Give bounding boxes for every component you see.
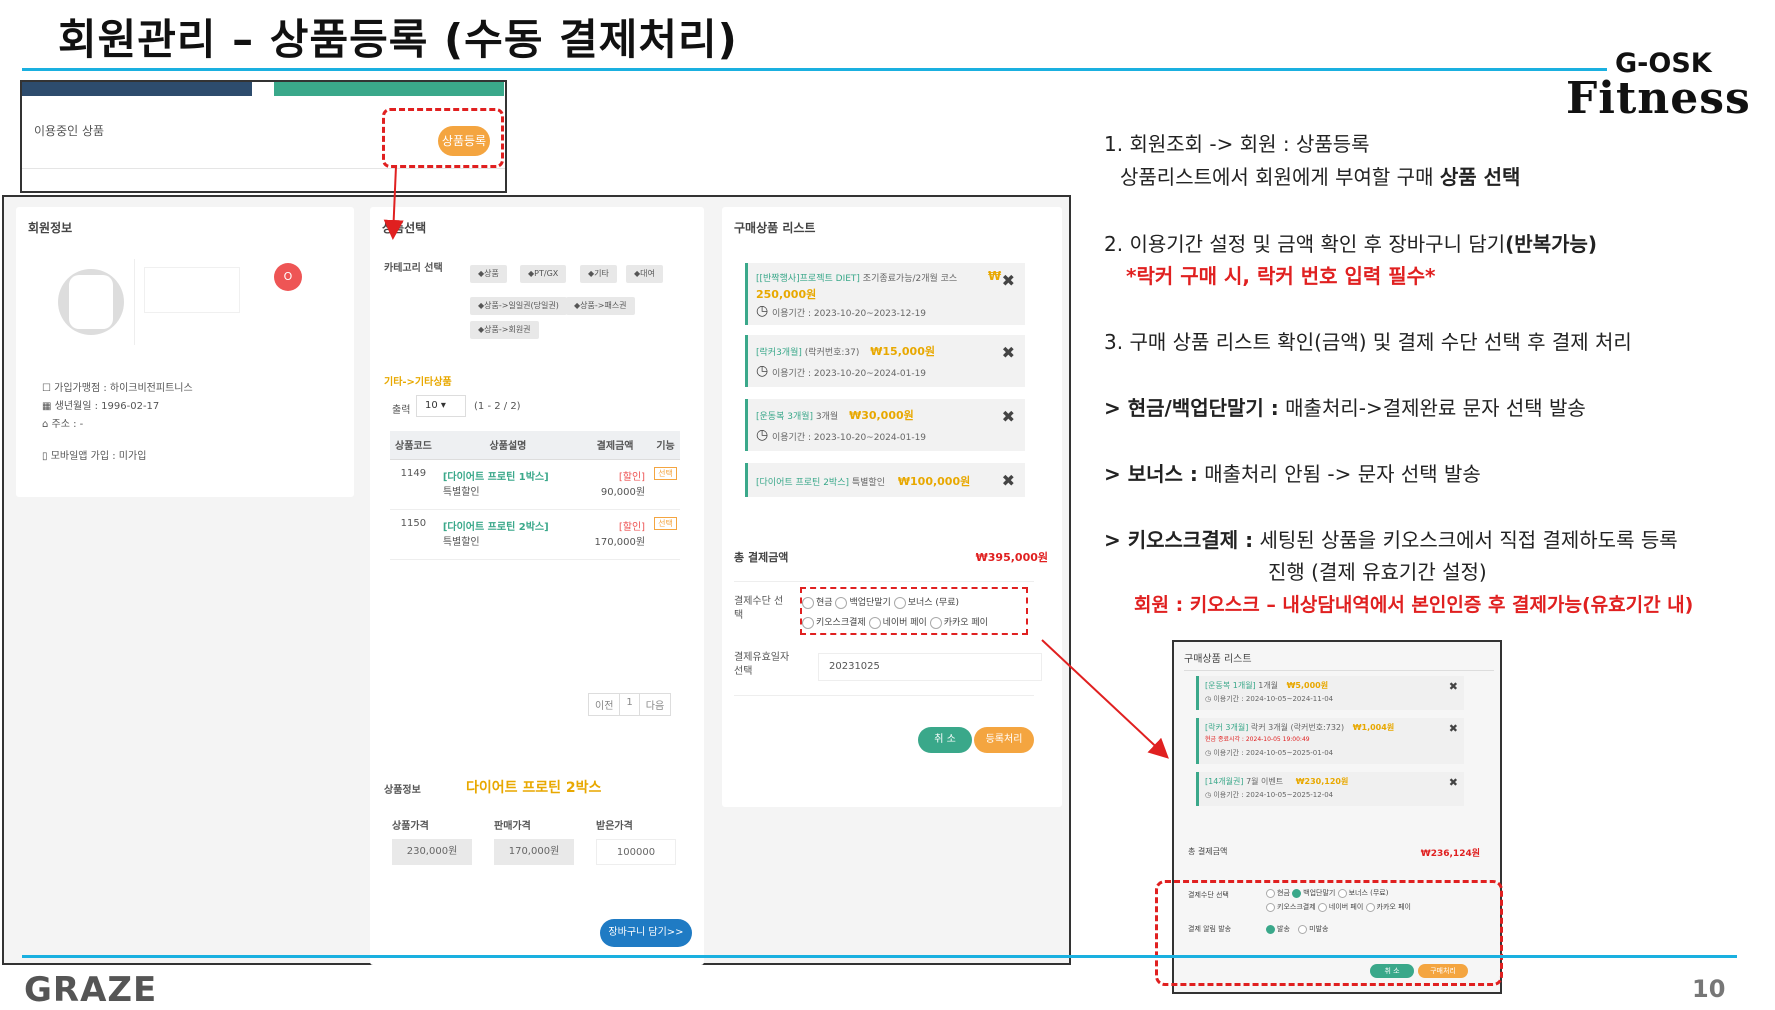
remove-item-icon[interactable]: ✖ xyxy=(1449,722,1458,735)
side-period: ◷ 이용기간 : 2024-10-05~2025-01-04 xyxy=(1205,749,1334,757)
case-kiosk-note: 회원 : 키오스크 – 내상담내역에서 본인인증 후 결제가능(유효기간 내) xyxy=(1134,594,1694,616)
step2-line1: 2. 이용기간 설정 및 금액 확인 후 장바구니 담기(반복가능) xyxy=(1104,232,1598,256)
remove-item-icon[interactable]: ✖ xyxy=(1449,680,1458,693)
side-period: ◷ 이용기간 : 2024-10-05~2025-12-04 xyxy=(1205,791,1334,799)
step3: 3. 구매 상품 리스트 확인(금액) 및 결제 수단 선택 후 결제 처리 xyxy=(1104,330,1632,354)
case-bonus: > 보너스 : 매출처리 안됨 -> 문자 선택 발송 xyxy=(1104,462,1481,486)
highlight-pay-options xyxy=(1155,880,1503,986)
remove-item-icon[interactable]: ✖ xyxy=(1449,776,1458,789)
step1-line1: 1. 회원조회 -> 회원 : 상품등록 xyxy=(1104,132,1370,156)
side-title: 구매상품 리스트 xyxy=(1184,654,1252,665)
step1-line2: 상품리스트에서 회원에게 부여할 구매 상품 선택 xyxy=(1120,165,1521,189)
side-item: [락커 3개월] 락커 3개월 (락커번호:732) ₩1,004원 현금 종료… xyxy=(1196,718,1464,764)
side-period: ◷ 이용기간 : 2024-10-05~2024-11-04 xyxy=(1205,695,1334,703)
case-cash: > 현금/백업단말기 : 매출처리->결제완료 문자 선택 발송 xyxy=(1104,396,1586,420)
arrow-to-product-select xyxy=(383,165,404,240)
side-item: [운동복 1개월] 1개월 ₩5,000원 ◷ 이용기간 : 2024-10-0… xyxy=(1196,676,1464,710)
company-logo: GRAZE xyxy=(24,970,158,1010)
step2-note: *락커 구매 시, 락커 번호 입력 필수* xyxy=(1126,264,1436,288)
side-item: [14개월권] 7월 이벤트 ₩230,120원 ◷ 이용기간 : 2024-1… xyxy=(1196,772,1464,806)
footer-divider xyxy=(22,955,1737,958)
side-total-label: 총 결제금액 xyxy=(1188,847,1228,856)
annotation-arrows xyxy=(383,165,1169,759)
side-total: ₩236,124원 xyxy=(1420,849,1480,859)
arrow-to-example xyxy=(1041,639,1169,759)
page-number: 10 xyxy=(1692,975,1726,1003)
case-kiosk-line2: 진행 (결제 유효기간 설정) xyxy=(1268,560,1487,584)
case-kiosk: > 키오스크결제 : 세팅된 상품을 키오스크에서 직접 결제하도록 등록 xyxy=(1104,528,1678,552)
